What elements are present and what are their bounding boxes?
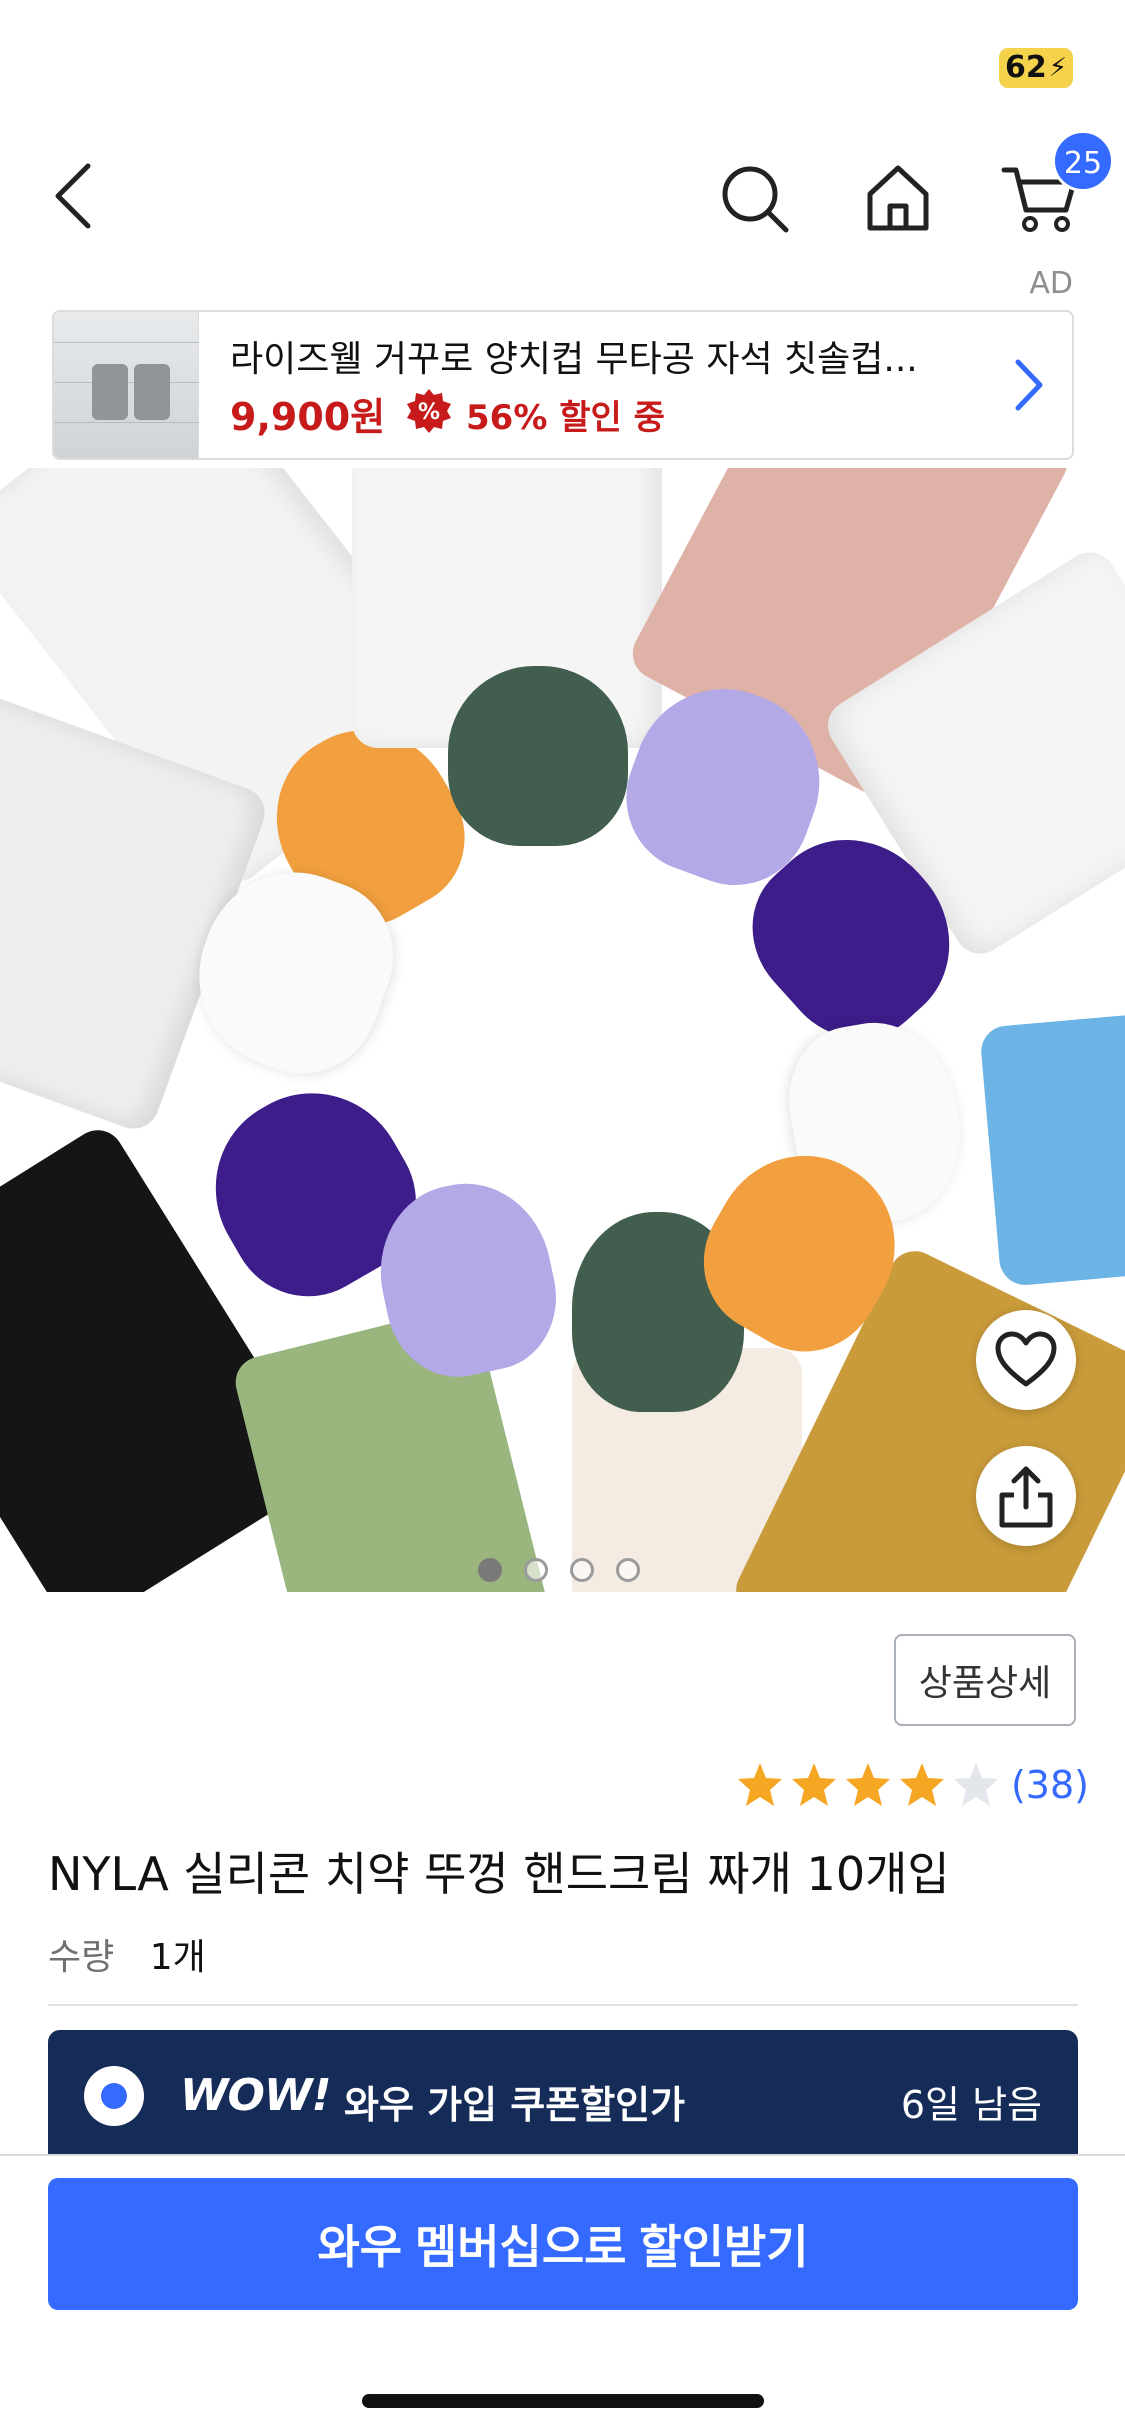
share-icon <box>999 1466 1053 1528</box>
quantity-value: 1개 <box>149 1937 206 1978</box>
product-detail-button[interactable]: 상품상세 <box>894 1634 1076 1726</box>
product-cap-green <box>448 666 628 846</box>
product-tube <box>979 1008 1125 1288</box>
rating[interactable]: (38) <box>735 1760 1089 1810</box>
favorite-button[interactable] <box>976 1310 1076 1410</box>
search-icon[interactable] <box>716 160 792 236</box>
star-icon <box>899 1763 944 1806</box>
wow-logo: WOW! <box>180 2070 332 2121</box>
gallery-pagination <box>478 1558 640 1582</box>
star-icon <box>845 1763 890 1806</box>
ad-price: 9,900원 <box>230 395 386 439</box>
ad-thumbnail <box>54 312 199 458</box>
divider <box>48 2004 1078 2006</box>
home-icon[interactable] <box>860 160 936 236</box>
charging-bolt-icon: ⚡ <box>1048 53 1067 83</box>
heart-icon <box>995 1331 1057 1387</box>
review-count[interactable]: (38) <box>1011 1763 1089 1807</box>
star-icon <box>953 1763 998 1806</box>
star-icon <box>791 1763 836 1806</box>
ad-title: 라이즈웰 거꾸로 양치컵 무타공 자석 칫솔컵... <box>230 339 918 380</box>
pagination-dot[interactable] <box>570 1558 594 1582</box>
star-icon <box>737 1763 782 1806</box>
battery-level: 62 <box>1004 50 1047 85</box>
wow-days-left: 6일 남음 <box>900 2083 1042 2127</box>
product-image-gallery[interactable] <box>0 468 1125 1592</box>
ad-label: AD <box>1029 266 1073 301</box>
wow-membership-discount-button[interactable]: 와우 멤버십으로 할인받기 <box>48 2178 1078 2310</box>
pagination-dot[interactable] <box>524 1558 548 1582</box>
wow-coupon-option[interactable]: WOW! 와우 가입 쿠폰할인가 6일 남음 <box>48 2030 1078 2154</box>
ad-banner[interactable]: 라이즈웰 거꾸로 양치컵 무타공 자석 칫솔컵... 9,900원 % 56% … <box>52 310 1074 460</box>
share-button[interactable] <box>976 1446 1076 1546</box>
product-title: NYLA 실리콘 치약 뚜껑 핸드크림 짜개 10개입 <box>48 1847 950 1901</box>
wow-radio-button[interactable] <box>84 2066 144 2126</box>
cart-count-badge: 25 <box>1052 130 1114 192</box>
home-indicator <box>362 2394 764 2408</box>
ad-discount-text: 56% 할인 중 <box>466 398 665 438</box>
pagination-dot[interactable] <box>616 1558 640 1582</box>
top-nav <box>0 140 1125 250</box>
back-arrow-icon[interactable] <box>44 158 104 234</box>
chevron-right-icon[interactable] <box>1012 356 1046 414</box>
quantity-label: 수량 <box>48 1937 115 1978</box>
discount-badge-text: % <box>418 400 440 425</box>
wow-coupon-text: 와우 가입 쿠폰할인가 <box>344 2083 686 2127</box>
rating-stars <box>735 1760 1001 1810</box>
status-bar: 62 ⚡ <box>0 0 1125 130</box>
battery-indicator: 62 ⚡ <box>998 48 1073 88</box>
quantity: 수량 1개 <box>48 1928 206 1980</box>
discount-badge-icon: % <box>407 389 451 433</box>
pagination-dot[interactable] <box>478 1558 502 1582</box>
